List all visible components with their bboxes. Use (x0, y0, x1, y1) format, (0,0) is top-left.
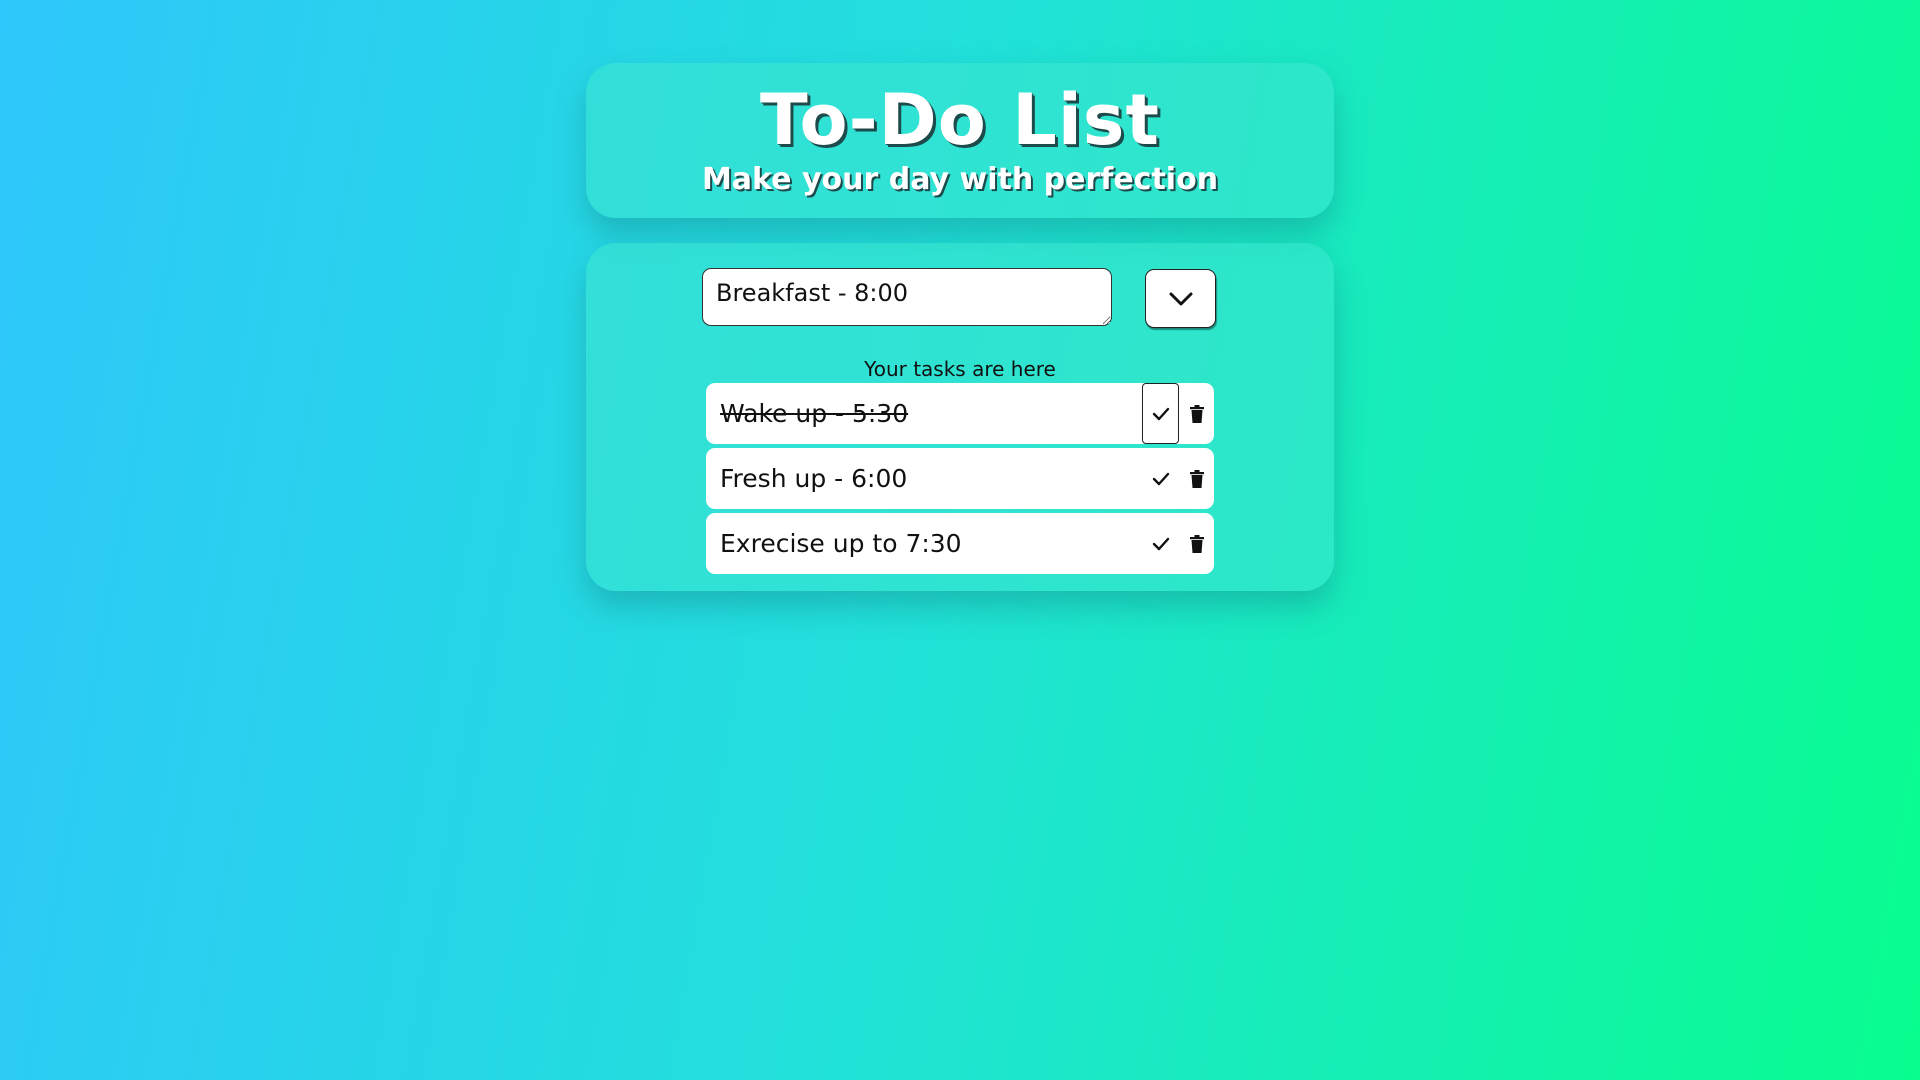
chevron-down-icon (1169, 292, 1192, 305)
task-item: Exrecise up to 7:30 (706, 513, 1214, 574)
add-task-button[interactable] (1145, 269, 1216, 328)
task-list-caption: Your tasks are here (864, 357, 1056, 381)
check-icon (1152, 472, 1169, 485)
task-item: Fresh up - 6:00 (706, 448, 1214, 509)
delete-task-button[interactable] (1180, 448, 1214, 509)
delete-task-button[interactable] (1180, 513, 1214, 574)
task-text: Exrecise up to 7:30 (720, 529, 962, 558)
todo-panel: Breakfast - 8:00 Your tasks are here Wak… (586, 243, 1334, 591)
complete-task-button[interactable] (1142, 383, 1179, 444)
task-text: Fresh up - 6:00 (720, 464, 908, 493)
page-title: To-Do List (760, 79, 1160, 161)
task-text: Wake up - 5:30 (720, 399, 909, 428)
page-subtitle: Make your day with perfection (701, 162, 1219, 197)
complete-task-button[interactable] (1142, 448, 1179, 509)
task-input[interactable]: Breakfast - 8:00 (702, 268, 1112, 326)
trash-icon (1190, 404, 1204, 423)
trash-icon (1190, 534, 1204, 553)
check-icon (1152, 537, 1169, 550)
check-icon (1152, 407, 1169, 420)
delete-task-button[interactable] (1180, 383, 1214, 444)
complete-task-button[interactable] (1142, 513, 1179, 574)
task-item: Wake up - 5:30 (706, 383, 1214, 444)
trash-icon (1190, 469, 1204, 488)
header-panel: To-Do List Make your day with perfection (586, 63, 1334, 218)
